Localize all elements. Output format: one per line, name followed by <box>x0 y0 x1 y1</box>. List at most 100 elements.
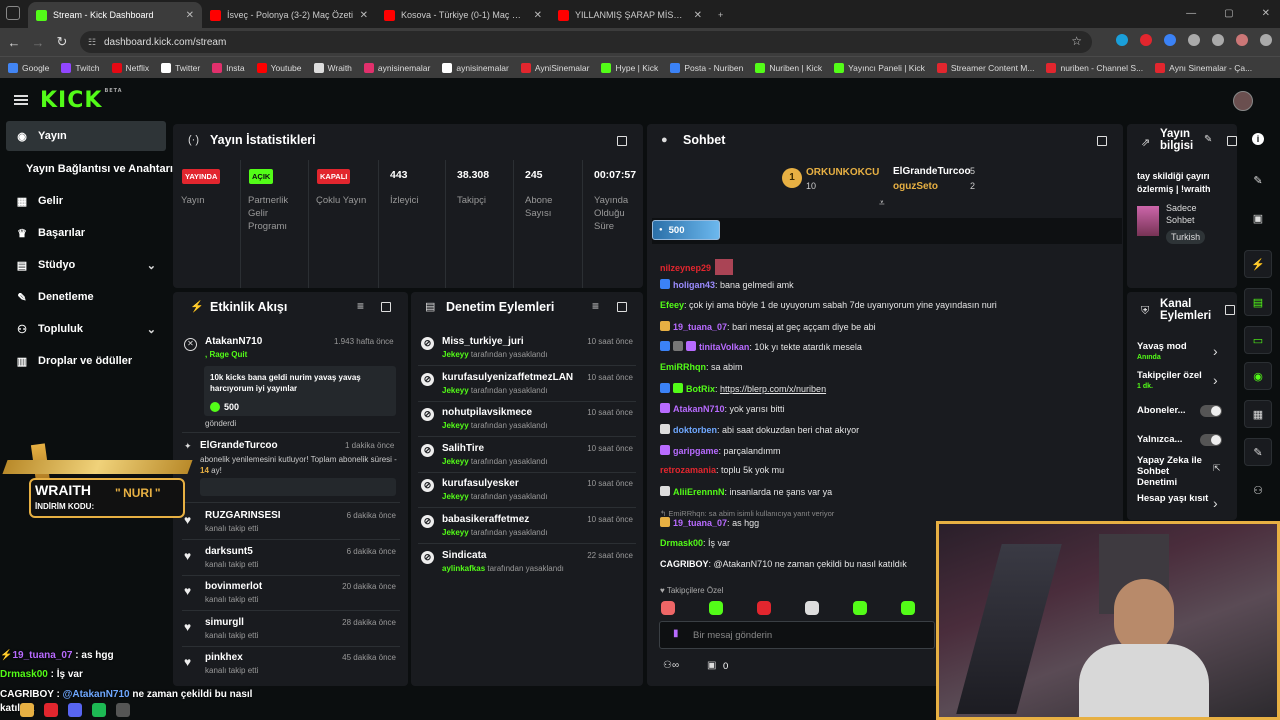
banned-user[interactable]: kurufasulyenizaffetmezLAN <box>442 372 573 383</box>
discord-icon[interactable] <box>68 703 82 717</box>
close-icon[interactable]: ✕ <box>534 10 542 21</box>
tab-2[interactable]: Kosova - Türkiye (0-1) Maç Özeti ✕ <box>376 2 550 28</box>
sidebar-item-topluluk[interactable]: ⚇ Topluluk ⌄ <box>6 314 166 344</box>
chrome-icon[interactable] <box>44 703 58 717</box>
leader-name[interactable]: ORKUNKOKCU <box>806 167 879 178</box>
wrench-icon[interactable]: ✎ <box>1244 438 1272 466</box>
profile-icon[interactable] <box>1236 34 1248 46</box>
edit-icon[interactable]: ✎ <box>1244 166 1272 194</box>
emote-icon[interactable] <box>661 601 675 615</box>
channel-action[interactable]: Aboneler... <box>1137 405 1209 416</box>
puzzle-icon[interactable] <box>1188 34 1200 46</box>
channel-action[interactable]: Yapay Zeka ile Sohbet Denetimi <box>1137 455 1209 488</box>
external-link-icon[interactable]: ⇱ <box>1213 463 1221 474</box>
banned-user[interactable]: Sindicata <box>442 550 486 561</box>
leader-name[interactable]: oguzSeto <box>893 181 938 192</box>
banned-user[interactable]: nohutpilavsikmece <box>442 407 532 418</box>
filter-icon[interactable]: ≡ <box>592 299 599 313</box>
emote-icon[interactable] <box>853 601 867 615</box>
channel-action[interactable]: Takipçiler özel 1 dk. <box>1137 370 1209 392</box>
chevron-right-icon[interactable]: › <box>1213 343 1218 359</box>
activity-user[interactable]: pinkhex <box>205 652 243 663</box>
extension-icon[interactable] <box>1164 34 1176 46</box>
mic-icon[interactable]: ▮ <box>673 628 679 639</box>
popout-icon[interactable] <box>617 136 627 146</box>
emote-icon[interactable] <box>709 601 723 615</box>
sidebar-item-gelir[interactable]: ▦ Gelir <box>6 186 166 216</box>
popout-icon[interactable] <box>617 302 627 312</box>
sidebar-item-denetleme[interactable]: ✎ Denetleme <box>6 282 166 312</box>
bookmark-item[interactable]: Hype | Kick <box>601 62 658 73</box>
bookmark-item[interactable]: Twitch <box>61 62 100 73</box>
toggle-switch[interactable] <box>1200 434 1222 446</box>
bookmark-item[interactable]: Nuriben | Kick <box>755 62 822 73</box>
leader-name[interactable]: ElGrandeTurcoo <box>893 166 971 177</box>
bookmark-item[interactable]: Insta <box>212 62 245 73</box>
bookmark-item[interactable]: AyniSinemalar <box>520 62 589 73</box>
tab-search-icon[interactable] <box>6 6 20 20</box>
banned-user[interactable]: babasikeraffetmez <box>442 514 529 525</box>
bookmark-item[interactable]: Yayıncı Paneli | Kick <box>834 62 925 73</box>
popout-icon[interactable] <box>1227 136 1237 146</box>
close-icon[interactable]: ✕ <box>360 10 368 21</box>
close-icon[interactable]: ✕ <box>694 10 702 21</box>
site-info-icon[interactable]: ☷ <box>88 37 96 48</box>
spotify-icon[interactable] <box>92 703 106 717</box>
banned-user[interactable]: kurufasulyesker <box>442 478 519 489</box>
popout-icon[interactable] <box>381 302 391 312</box>
bookmark-item[interactable]: nuriben - Channel S... <box>1046 62 1143 73</box>
sidebar-item-droplar[interactable]: ▥ Droplar ve ödüller <box>6 346 166 376</box>
users-icon[interactable]: ⚇∞ <box>663 660 679 671</box>
media-icon[interactable] <box>1212 34 1224 46</box>
emote-icon[interactable] <box>757 601 771 615</box>
activity-user[interactable]: simurgll <box>205 617 244 628</box>
bookmark-item[interactable]: Twitter <box>161 62 200 73</box>
activity-user[interactable]: AtakanN710 <box>205 336 262 347</box>
menu-icon[interactable] <box>1260 34 1272 46</box>
community-icon[interactable]: ⚇ <box>1244 476 1272 504</box>
close-window-icon[interactable]: ✕ <box>1262 8 1270 19</box>
kicks-gift-pill[interactable]: ● 500 <box>652 220 720 240</box>
channel-action[interactable]: Yalnızca... <box>1137 434 1209 445</box>
channel-action[interactable]: Yavaş mod Anında <box>1137 341 1209 363</box>
bookmark-item[interactable]: Streamer Content M... <box>936 62 1034 73</box>
app-icon[interactable] <box>116 703 130 717</box>
sidebar-item-basarilar[interactable]: ♛ Başarılar <box>6 218 166 248</box>
broadcast-icon[interactable]: ◉ <box>1244 362 1272 390</box>
kick-logo[interactable]: KICK BETA <box>40 88 123 113</box>
sidebar-item-stream-key[interactable]: Yayın Bağlantısı ve Anahtarı <box>16 154 176 184</box>
info-icon[interactable]: i <box>1252 133 1264 145</box>
minimize-icon[interactable]: — <box>1186 8 1196 19</box>
folder-icon[interactable] <box>20 703 34 717</box>
edit-icon[interactable]: ✎ <box>1204 134 1212 145</box>
emote-icon[interactable] <box>901 601 915 615</box>
bookmark-item[interactable]: Posta - Nuriben <box>670 62 743 73</box>
activity-user[interactable]: RUZGARINSESI <box>205 510 281 521</box>
activity-user[interactable]: bovinmerlot <box>205 581 262 592</box>
channel-action[interactable]: Hesap yaşı kısıt <box>1137 493 1209 504</box>
bookmark-item[interactable]: Wraith <box>313 62 352 73</box>
lightning-icon[interactable]: ⚡ <box>1244 250 1272 278</box>
bookmark-item[interactable]: Youtube <box>256 62 302 73</box>
close-icon[interactable]: ✕ <box>186 10 194 21</box>
bookmark-item[interactable]: aynisinemalar <box>442 62 509 73</box>
extension-icon[interactable] <box>1116 34 1128 46</box>
reload-icon[interactable]: ↻ <box>50 34 74 50</box>
extension-icon[interactable] <box>1140 34 1152 46</box>
sidebar-item-yayin[interactable]: ◉ Yayın <box>6 121 166 151</box>
category-thumbnail[interactable] <box>1137 206 1159 236</box>
gift-icon[interactable]: ▣ <box>707 660 716 671</box>
toggle-switch[interactable] <box>1200 405 1222 417</box>
document-icon[interactable]: ▤ <box>1244 288 1272 316</box>
bookmark-item[interactable]: Google <box>8 62 49 73</box>
tab-3[interactable]: YILLANMIŞ ŞARAP MİSALİ.. | LOL✕ <box>550 2 710 28</box>
user-avatar[interactable] <box>1233 91 1253 111</box>
sidebar-item-studyo[interactable]: ▤ Stüdyo ⌄ <box>6 250 166 280</box>
back-icon[interactable]: ← <box>2 35 26 50</box>
chevron-right-icon[interactable]: › <box>1213 372 1218 388</box>
maximize-icon[interactable]: ▢ <box>1224 8 1233 19</box>
chat-icon[interactable]: ▭ <box>1244 326 1272 354</box>
storage-icon[interactable]: ▦ <box>1244 400 1272 428</box>
emote-icon[interactable] <box>805 601 819 615</box>
crop-icon[interactable]: ▣ <box>1244 204 1272 232</box>
